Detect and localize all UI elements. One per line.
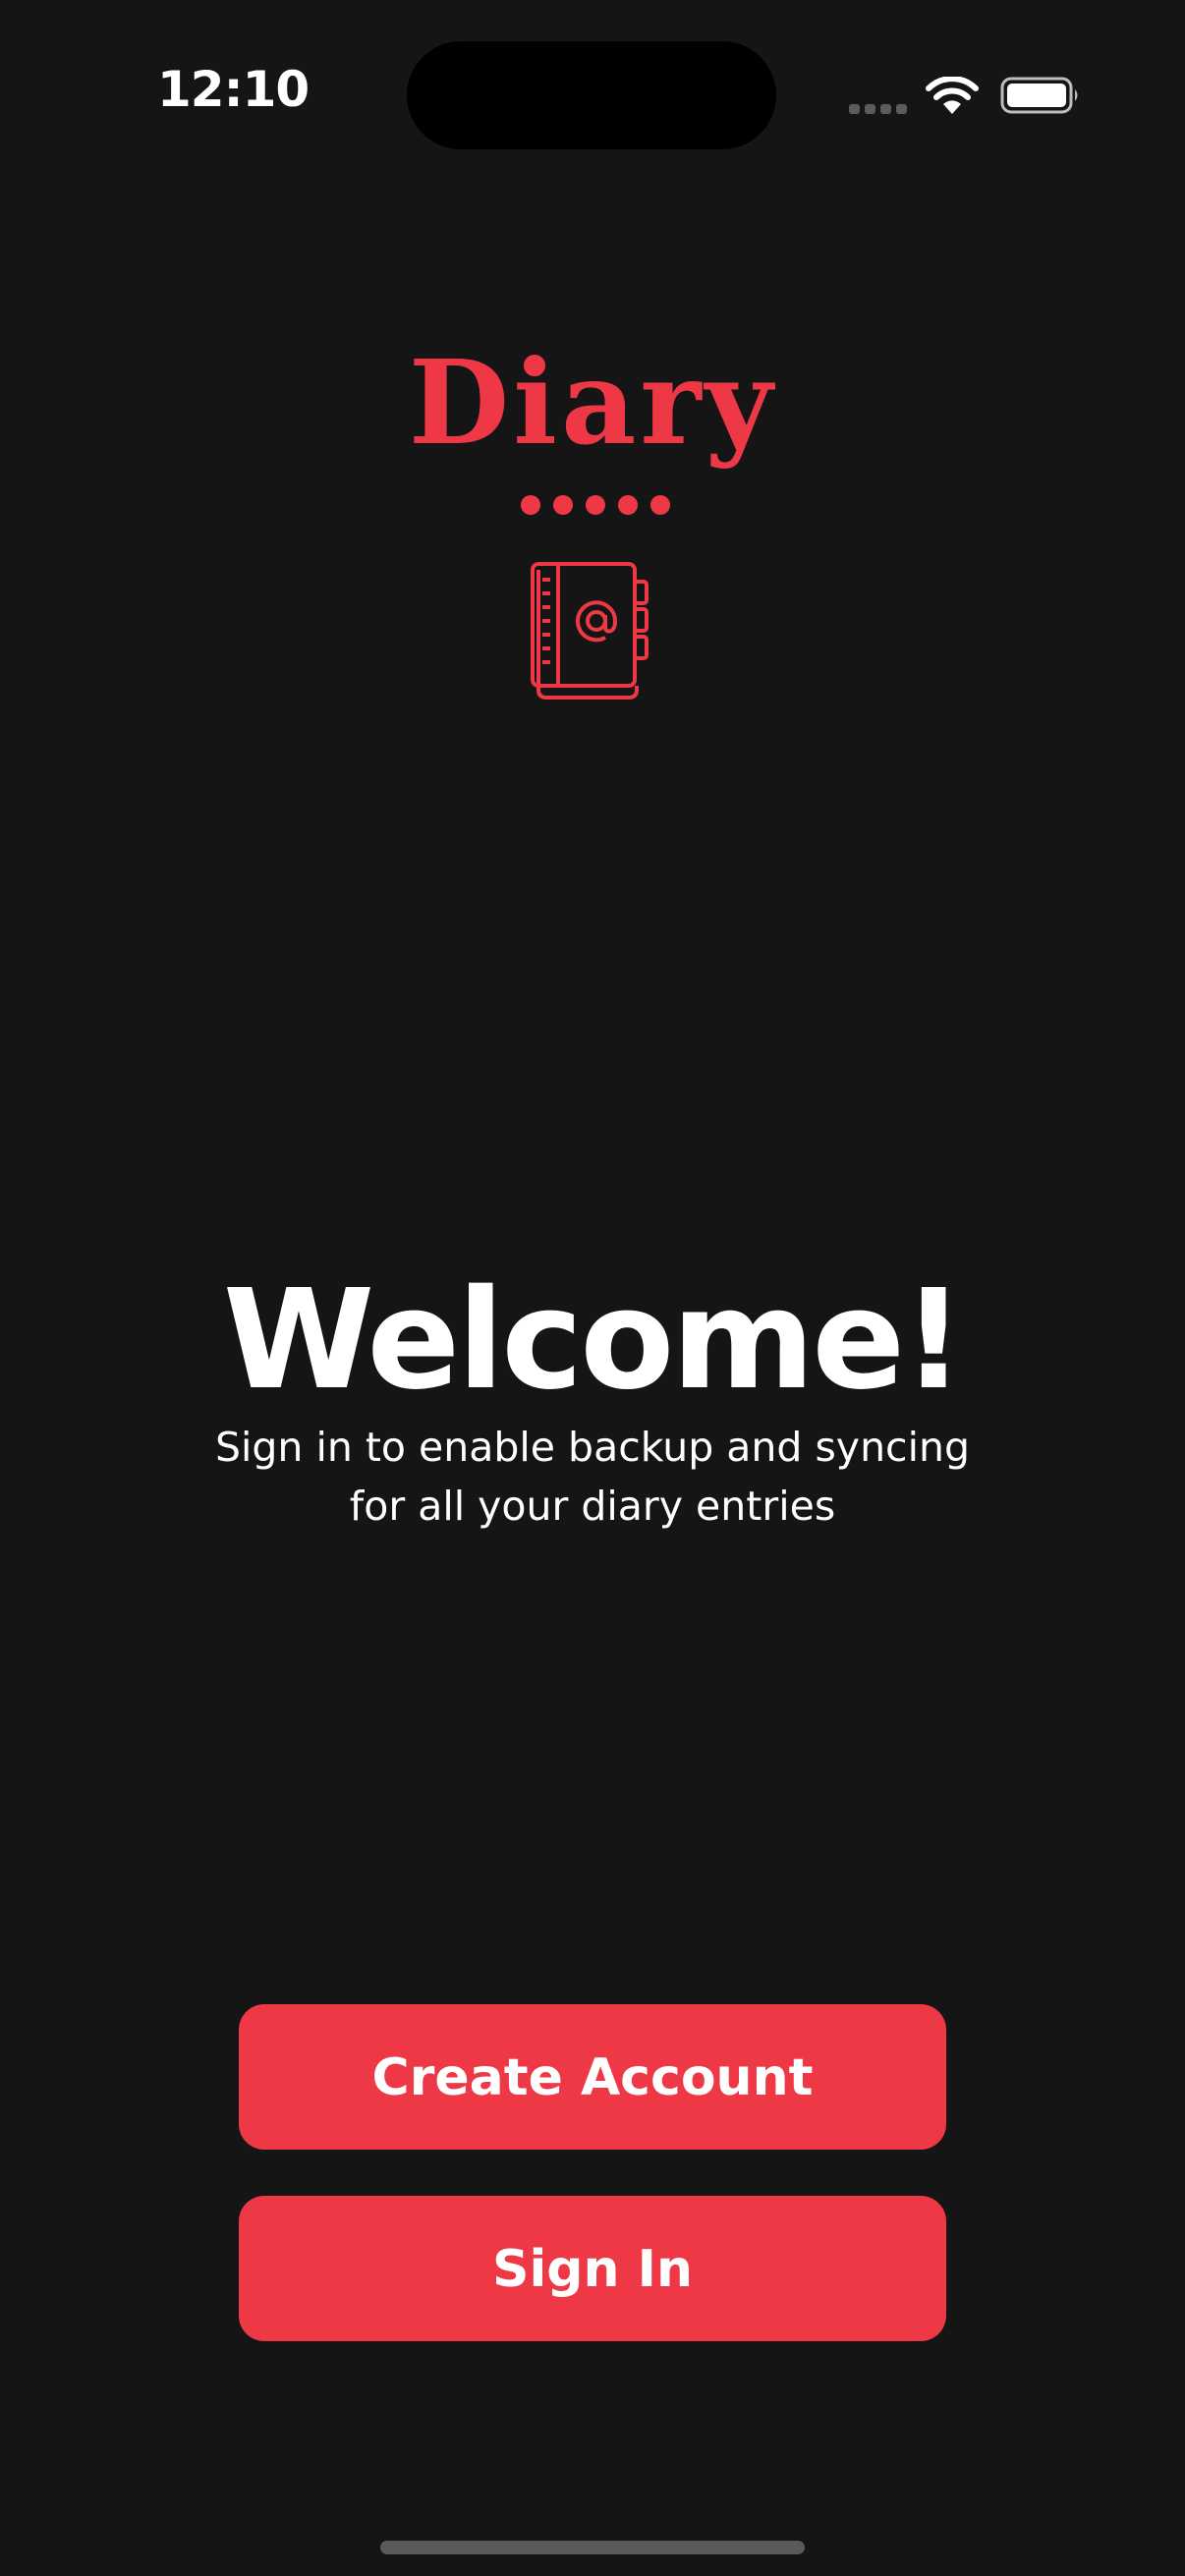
home-indicator[interactable] <box>380 2541 805 2554</box>
brand-header: Diary <box>0 324 1185 481</box>
welcome-subtitle-line-1: Sign in to enable backup and syncing <box>214 1424 970 1471</box>
dots-divider-icon <box>521 495 670 515</box>
welcome-heading: Welcome! <box>222 1260 965 1421</box>
welcome-subtitle-line-2: for all your diary entries <box>349 1483 836 1530</box>
cellular-signal-icon <box>849 104 907 114</box>
address-book-at-icon <box>531 562 649 700</box>
welcome-subtitle: Sign in to enable backup and syncing for… <box>150 1418 1035 1536</box>
app-logo-title: Diary <box>408 334 777 471</box>
wifi-icon <box>926 77 979 114</box>
create-account-button[interactable]: Create Account <box>239 2004 946 2150</box>
battery-icon <box>1000 77 1078 114</box>
sign-in-button[interactable]: Sign In <box>239 2196 946 2341</box>
dynamic-island <box>407 41 776 149</box>
status-bar-time: 12:10 <box>157 61 310 118</box>
